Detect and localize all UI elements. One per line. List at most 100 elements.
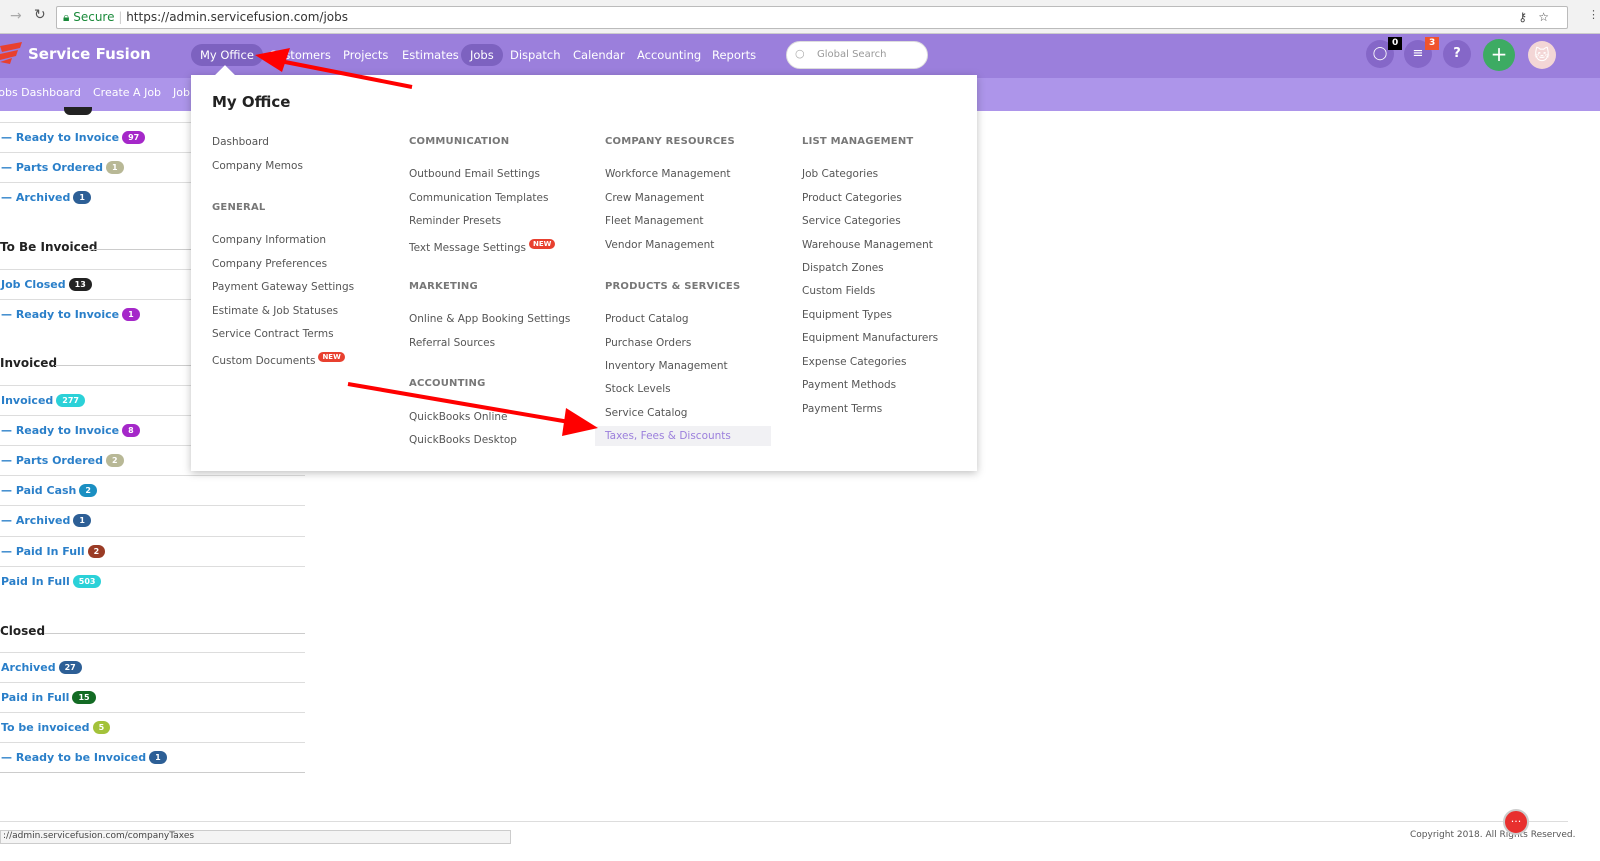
status-count-badge: 15 xyxy=(72,691,96,704)
menu-item-quickbooks-online[interactable]: QuickBooks Online xyxy=(409,411,508,423)
status-filter-row[interactable]: — Paid Cash 2 xyxy=(0,475,305,505)
status-filter-row[interactable]: Archived 27 xyxy=(0,652,305,682)
star-icon[interactable]: ☆ xyxy=(1538,7,1549,28)
menu-item-outbound-email-settings[interactable]: Outbound Email Settings xyxy=(409,168,540,180)
forward-icon[interactable]: → xyxy=(10,8,22,24)
menu-item-taxes-fees-discounts[interactable]: Taxes, Fees & Discounts xyxy=(595,426,771,446)
menu-item-service-catalog[interactable]: Service Catalog xyxy=(605,407,687,419)
menu-item-service-categories[interactable]: Service Categories xyxy=(802,215,901,227)
menu-item-dispatch-zones[interactable]: Dispatch Zones xyxy=(802,262,884,274)
status-label: Job Closed xyxy=(1,278,66,291)
subnav-create-job[interactable]: Create A Job xyxy=(93,86,161,99)
nav-accounting[interactable]: Accounting xyxy=(628,44,710,66)
nav-estimates[interactable]: Estimates xyxy=(393,44,468,66)
status-label: Paid in Full xyxy=(1,691,70,704)
menu-item-estimate-job-statuses[interactable]: Estimate & Job Statuses xyxy=(212,305,338,317)
menu-item-payment-terms[interactable]: Payment Terms xyxy=(802,403,882,415)
menu-item-label: Dashboard xyxy=(212,136,269,148)
menu-item-workforce-management[interactable]: Workforce Management xyxy=(605,168,731,180)
menu-item-label: Purchase Orders xyxy=(605,337,692,349)
avatar[interactable]: 🐱︎ xyxy=(1528,41,1556,69)
status-filter-row[interactable]: To be invoiced 5 xyxy=(0,712,305,742)
cat-avatar-icon: 🐱︎ xyxy=(1534,46,1550,64)
address-bar[interactable]: 🔒︎ Secure | https://admin.servicefusion.… xyxy=(56,6,1568,29)
status-filter-row[interactable]: Paid In Full 503 xyxy=(0,566,305,596)
copyright: Copyright 2018. All Rights Reserved. xyxy=(1410,830,1576,840)
support-chat-button[interactable]: ··· xyxy=(1503,809,1529,835)
global-search-input[interactable]: ○ Global Search xyxy=(786,41,928,69)
search-placeholder: Global Search xyxy=(817,49,887,60)
nav-projects[interactable]: Projects xyxy=(334,44,397,66)
menu-item-company-information[interactable]: Company Information xyxy=(212,234,326,246)
menu-item-label: Outbound Email Settings xyxy=(409,168,540,180)
nav-dispatch[interactable]: Dispatch xyxy=(501,44,570,66)
key-icon[interactable]: ⚷ xyxy=(1518,7,1527,28)
service-fusion-logo-icon xyxy=(0,42,22,64)
brand-name[interactable]: Service Fusion xyxy=(28,45,151,63)
headset-icon: ··· xyxy=(1510,815,1522,828)
menu-item-label: Service Catalog xyxy=(605,407,688,419)
menu-item-reminder-presets[interactable]: Reminder Presets xyxy=(409,215,501,227)
status-label: — Parts Ordered xyxy=(1,161,103,174)
help-button[interactable]: ? xyxy=(1443,40,1471,68)
menu-item-crew-management[interactable]: Crew Management xyxy=(605,192,704,204)
status-filter-row[interactable]: — Archived 1 xyxy=(0,505,305,535)
menu-item-company-memos[interactable]: Company Memos xyxy=(212,160,303,172)
status-filter-row[interactable]: — Paid In Full 2 xyxy=(0,536,305,566)
nav-reports[interactable]: Reports xyxy=(703,44,765,66)
menu-dots-icon[interactable]: ⋮ xyxy=(1588,8,1599,21)
menu-item-label: Company Information xyxy=(212,234,327,246)
menu-item-label: Custom Fields xyxy=(802,285,876,297)
status-label: Paid In Full xyxy=(1,575,70,588)
status-filter-row[interactable]: Paid in Full 15 xyxy=(0,682,305,712)
menu-item-inventory-management[interactable]: Inventory Management xyxy=(605,360,728,372)
menu-item-communication-templates[interactable]: Communication Templates xyxy=(409,192,548,204)
menu-item-job-categories[interactable]: Job Categories xyxy=(802,168,878,180)
menu-item-service-contract-terms[interactable]: Service Contract Terms xyxy=(212,328,334,340)
subnav-job[interactable]: Job xyxy=(173,86,190,99)
menu-item-company-preferences[interactable]: Company Preferences xyxy=(212,258,327,270)
menu-section-heading: COMMUNICATION xyxy=(409,136,510,147)
menu-item-online-app-booking-settings[interactable]: Online & App Booking Settings xyxy=(409,313,570,325)
status-label: — Archived xyxy=(1,191,71,204)
menu-item-label: Payment Methods xyxy=(802,379,897,391)
nav-jobs[interactable]: Jobs xyxy=(461,44,503,66)
menu-item-vendor-management[interactable]: Vendor Management xyxy=(605,239,714,251)
reload-icon[interactable]: ↻ xyxy=(34,7,46,23)
menu-item-purchase-orders[interactable]: Purchase Orders xyxy=(605,337,691,349)
menu-item-dashboard[interactable]: Dashboard xyxy=(212,136,269,148)
menu-item-label: Vendor Management xyxy=(605,239,715,251)
my-office-dropdown: My Office Dashboard Company Memos GENERAL C… xyxy=(191,65,977,471)
nav-calendar[interactable]: Calendar xyxy=(564,44,634,66)
status-label: — Ready to Invoice xyxy=(1,308,120,321)
subnav-jobs-dashboard[interactable]: Jobs Dashboard xyxy=(0,86,81,99)
menu-item-product-catalog[interactable]: Product Catalog xyxy=(605,313,689,325)
status-label: — Paid In Full xyxy=(1,545,85,558)
menu-item-product-categories[interactable]: Product Categories xyxy=(802,192,902,204)
menu-item-label: Company Memos xyxy=(212,160,303,172)
menu-item-equipment-manufacturers[interactable]: Equipment Manufacturers xyxy=(802,332,938,344)
menu-item-fleet-management[interactable]: Fleet Management xyxy=(605,215,704,227)
menu-item-payment-gateway-settings[interactable]: Payment Gateway Settings xyxy=(212,281,354,293)
menu-item-custom-fields[interactable]: Custom Fields xyxy=(802,285,875,297)
nav-customers[interactable]: Customers xyxy=(260,44,340,66)
menu-item-stock-levels[interactable]: Stock Levels xyxy=(605,383,671,395)
menu-item-referral-sources[interactable]: Referral Sources xyxy=(409,337,495,349)
status-label: — Ready to Invoice xyxy=(1,131,120,144)
add-button[interactable]: + xyxy=(1483,39,1515,71)
menu-item-warehouse-management[interactable]: Warehouse Management xyxy=(802,239,933,251)
menu-item-expense-categories[interactable]: Expense Categories xyxy=(802,356,907,368)
menu-item-custom-documents[interactable]: Custom Documents NEW xyxy=(212,352,345,367)
status-filter-row[interactable]: — Ready to be Invoiced 1 xyxy=(0,742,305,772)
menu-item-quickbooks-desktop[interactable]: QuickBooks Desktop xyxy=(409,434,517,446)
menu-item-text-message-settings[interactable]: Text Message Settings NEW xyxy=(409,239,556,254)
status-label: — Ready to Invoice xyxy=(1,424,120,437)
nav-my-office[interactable]: My Office xyxy=(191,44,263,66)
menu-item-payment-methods[interactable]: Payment Methods xyxy=(802,379,896,391)
menu-item-label: Taxes, Fees & Discounts xyxy=(605,430,731,442)
status-label: — Ready to be Invoiced xyxy=(1,751,147,764)
menu-item-label: Crew Management xyxy=(605,192,704,204)
menu-item-equipment-types[interactable]: Equipment Types xyxy=(802,309,892,321)
menu-item-label: Payment Terms xyxy=(802,403,883,415)
section-heading: To Be Invoiced xyxy=(0,240,98,254)
